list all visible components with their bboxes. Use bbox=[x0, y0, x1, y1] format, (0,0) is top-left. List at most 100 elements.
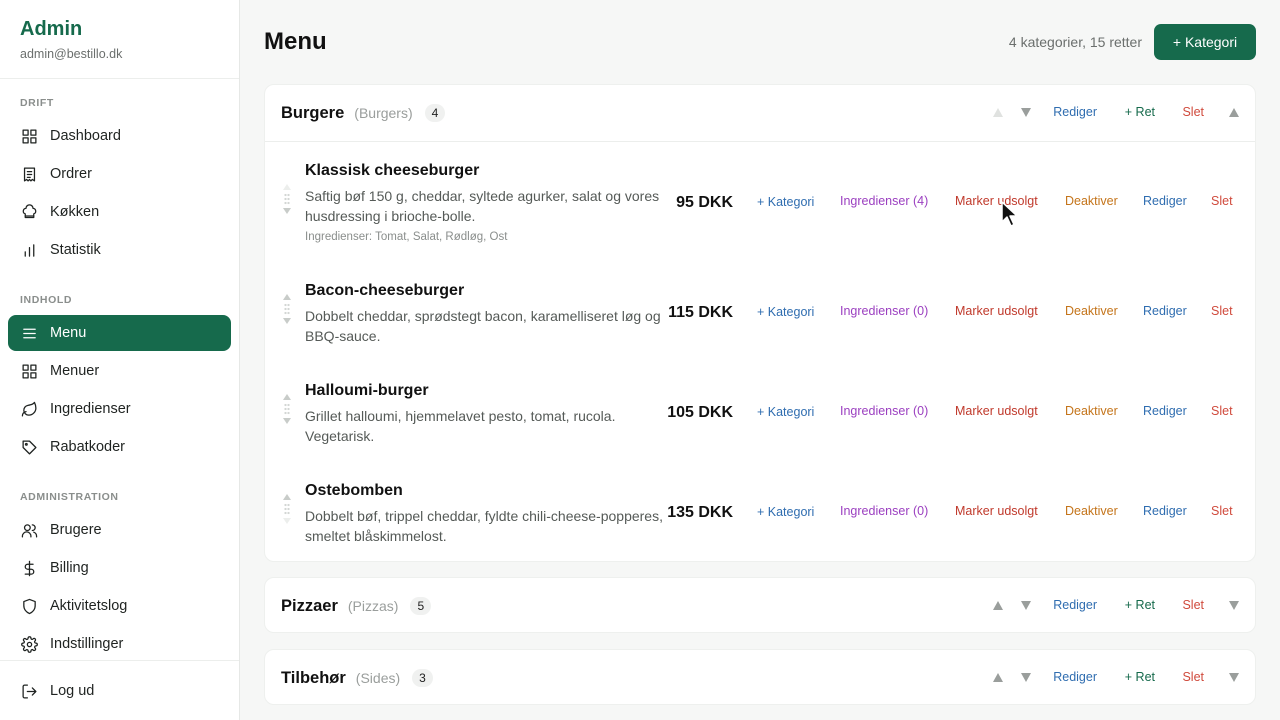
grid-icon bbox=[20, 127, 38, 145]
move-up-icon[interactable] bbox=[283, 294, 291, 300]
category-subtitle: (Pizzas) bbox=[347, 598, 399, 614]
sidebar-item-label: Køkken bbox=[50, 204, 100, 220]
sidebar-item-menuer[interactable]: Menuer bbox=[8, 353, 231, 389]
grid-icon bbox=[20, 362, 38, 380]
sidebar-item-label: Rabatkoder bbox=[50, 439, 125, 455]
edit-dish-button[interactable]: Rediger bbox=[1143, 404, 1187, 418]
sidebar-item-kokken[interactable]: Køkken bbox=[8, 194, 231, 230]
sidebar-item-menu[interactable]: Menu bbox=[8, 315, 231, 351]
move-down-icon[interactable] bbox=[283, 518, 291, 524]
logout-button[interactable]: Log ud bbox=[8, 673, 231, 709]
category-header: Burgere (Burgers) 4 Rediger + Ret Slet bbox=[265, 85, 1255, 141]
dish-price: 115 DKK bbox=[668, 304, 733, 321]
leaf-icon bbox=[20, 400, 38, 418]
category-header[interactable]: Pizzaer (Pizzas) 5 Rediger + Ret Slet bbox=[265, 578, 1255, 634]
dish-name: Halloumi-burger bbox=[305, 382, 429, 399]
edit-category-button[interactable]: Rediger bbox=[1053, 670, 1097, 684]
move-up-icon[interactable] bbox=[283, 494, 291, 500]
category-count-badge: 3 bbox=[412, 669, 433, 687]
move-down-icon[interactable] bbox=[283, 418, 291, 424]
add-dish-button[interactable]: + Ret bbox=[1125, 670, 1155, 684]
deactivate-button[interactable]: Deaktiver bbox=[1065, 194, 1118, 208]
edit-dish-button[interactable]: Rediger bbox=[1143, 194, 1187, 208]
sidebar-item-brugere[interactable]: Brugere bbox=[8, 512, 231, 548]
drag-handle[interactable] bbox=[281, 294, 293, 324]
add-category-link[interactable]: + Kategori bbox=[757, 195, 814, 209]
delete-category-button[interactable]: Slet bbox=[1182, 670, 1204, 684]
category-header[interactable]: Tilbehør (Sides) 3 Rediger + Ret Slet bbox=[265, 650, 1255, 706]
dish-description: Saftig bøf 150 g, cheddar, syltede agurk… bbox=[305, 188, 660, 224]
dish-list: Klassisk cheeseburger Saftig bøf 150 g, … bbox=[265, 141, 1255, 562]
edit-dish-button[interactable]: Rediger bbox=[1143, 304, 1187, 318]
drag-handle[interactable] bbox=[281, 394, 293, 424]
category-count-badge: 4 bbox=[424, 104, 446, 122]
users-icon bbox=[20, 521, 38, 539]
deactivate-button[interactable]: Deaktiver bbox=[1065, 304, 1118, 318]
move-up-icon[interactable] bbox=[993, 673, 1003, 682]
add-dish-button[interactable]: + Ret bbox=[1125, 105, 1155, 119]
move-up-icon[interactable] bbox=[993, 601, 1003, 610]
delete-category-button[interactable]: Slet bbox=[1182, 105, 1204, 119]
sidebar-item-aktivitetslog[interactable]: Aktivitetslog bbox=[8, 588, 231, 624]
expand-icon[interactable] bbox=[1229, 601, 1239, 610]
move-down-icon[interactable] bbox=[1021, 673, 1031, 682]
brand: Admin admin@bestillo.dk bbox=[0, 0, 239, 79]
drag-dots-icon bbox=[284, 403, 290, 415]
bar-chart-icon bbox=[20, 241, 38, 259]
drag-handle[interactable] bbox=[281, 184, 293, 214]
dish-price: 135 DKK bbox=[667, 504, 733, 521]
user-email: admin@bestillo.dk bbox=[20, 47, 123, 61]
move-down-icon[interactable] bbox=[283, 208, 291, 214]
mark-sold-out-button[interactable]: Marker udsolgt bbox=[955, 304, 1038, 318]
delete-dish-button[interactable]: Slet bbox=[1211, 304, 1233, 318]
add-category-link[interactable]: + Kategori bbox=[757, 305, 814, 319]
mark-sold-out-button[interactable]: Marker udsolgt bbox=[955, 504, 1038, 518]
sidebar-item-label: Ordrer bbox=[50, 166, 92, 182]
edit-category-button[interactable]: Rediger bbox=[1053, 598, 1097, 612]
ingredients-button[interactable]: Ingredienser (0) bbox=[840, 304, 928, 318]
edit-dish-button[interactable]: Rediger bbox=[1143, 504, 1187, 518]
delete-category-button[interactable]: Slet bbox=[1182, 598, 1204, 612]
logout-section: Log ud bbox=[0, 660, 239, 720]
add-dish-button[interactable]: + Ret bbox=[1125, 598, 1155, 612]
sidebar-item-ingredienser[interactable]: Ingredienser bbox=[8, 391, 231, 427]
dish-row: Bacon-cheeseburger Dobbelt cheddar, sprø… bbox=[265, 262, 1255, 362]
sidebar-item-ordrer[interactable]: Ordrer bbox=[8, 156, 231, 192]
move-up-icon[interactable] bbox=[283, 394, 291, 400]
sidebar-item-billing[interactable]: Billing bbox=[8, 550, 231, 586]
dish-name: Klassisk cheeseburger bbox=[305, 162, 480, 179]
logout-label: Log ud bbox=[50, 683, 95, 699]
move-down-icon[interactable] bbox=[283, 318, 291, 324]
move-down-icon[interactable] bbox=[1021, 601, 1031, 610]
section-label-drift: DRIFT bbox=[20, 97, 54, 109]
dish-price: 105 DKK bbox=[667, 404, 733, 421]
add-category-link[interactable]: + Kategori bbox=[757, 405, 814, 419]
sidebar-item-indstillinger[interactable]: Indstillinger bbox=[8, 626, 231, 662]
sidebar-item-rabatkoder[interactable]: Rabatkoder bbox=[8, 429, 231, 465]
move-up-icon[interactable] bbox=[993, 108, 1003, 117]
delete-dish-button[interactable]: Slet bbox=[1211, 504, 1233, 518]
category-card-pizzaer: Pizzaer (Pizzas) 5 Rediger + Ret Slet bbox=[264, 577, 1256, 633]
add-category-link[interactable]: + Kategori bbox=[757, 505, 814, 519]
drag-handle[interactable] bbox=[281, 494, 293, 524]
add-category-button[interactable]: + Kategori bbox=[1154, 24, 1256, 60]
delete-dish-button[interactable]: Slet bbox=[1211, 404, 1233, 418]
deactivate-button[interactable]: Deaktiver bbox=[1065, 504, 1118, 518]
mark-sold-out-button[interactable]: Marker udsolgt bbox=[955, 194, 1038, 208]
category-name: Burgere bbox=[281, 103, 345, 122]
sidebar-item-dashboard[interactable]: Dashboard bbox=[8, 118, 231, 154]
move-up-icon[interactable] bbox=[283, 184, 291, 190]
move-down-icon[interactable] bbox=[1021, 108, 1031, 117]
delete-dish-button[interactable]: Slet bbox=[1211, 194, 1233, 208]
ingredients-button[interactable]: Ingredienser (4) bbox=[840, 194, 928, 208]
expand-icon[interactable] bbox=[1229, 673, 1239, 682]
mark-sold-out-button[interactable]: Marker udsolgt bbox=[955, 404, 1038, 418]
sidebar-item-statistik[interactable]: Statistik bbox=[8, 232, 231, 268]
edit-category-button[interactable]: Rediger bbox=[1053, 105, 1097, 119]
drag-dots-icon bbox=[284, 303, 290, 315]
ingredients-button[interactable]: Ingredienser (0) bbox=[840, 404, 928, 418]
ingredients-button[interactable]: Ingredienser (0) bbox=[840, 504, 928, 518]
collapse-icon[interactable] bbox=[1229, 108, 1239, 117]
sidebar-item-label: Menu bbox=[50, 325, 87, 341]
deactivate-button[interactable]: Deaktiver bbox=[1065, 404, 1118, 418]
